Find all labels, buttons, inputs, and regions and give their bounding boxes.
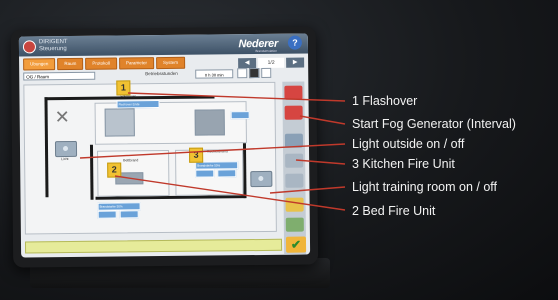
callout-line-2 (299, 115, 346, 125)
callout-line-4 (295, 159, 346, 165)
callout-fog-generator: Start Fog Generator (Interval) (352, 117, 516, 131)
callout-light-training: Light training room on / off (352, 180, 497, 194)
callout-line-3 (79, 143, 346, 159)
callout-lines (79, 92, 346, 211)
callout-line-5 (269, 186, 346, 194)
callout-flashover: 1 Flashover (352, 94, 418, 108)
callout-line-1 (127, 92, 346, 102)
callout-kitchen-fire: 3 Kitchen Fire Unit (352, 157, 455, 171)
callout-line-6 (114, 175, 346, 211)
callout-light-outside: Light outside on / off (352, 137, 465, 151)
callout-bed-fire: 2 Bed Fire Unit (352, 204, 436, 218)
